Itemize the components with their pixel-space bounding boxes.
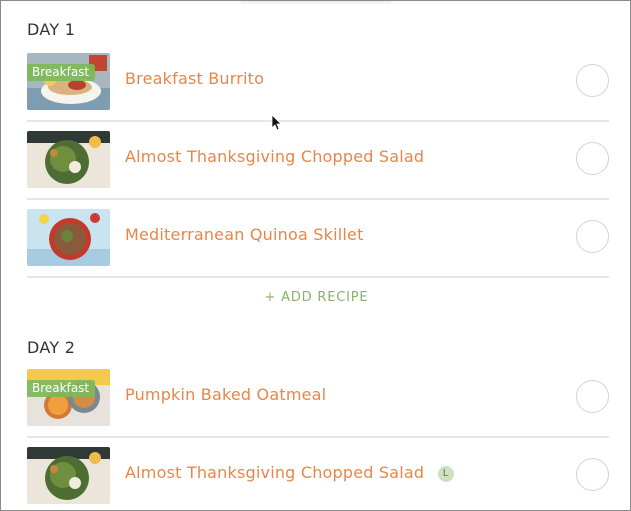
- recipe-thumbnail[interactable]: Breakfast: [27, 369, 110, 426]
- mouse-pointer-icon: [271, 114, 282, 131]
- divider: [27, 276, 609, 278]
- add-recipe-button[interactable]: + ADD RECIPE: [1, 290, 630, 305]
- recipe-row-day2-2[interactable]: Almost Thanksgiving Chopped Salad L: [27, 447, 609, 510]
- recipe-row-day2-1[interactable]: Breakfast Pumpkin Baked Oatmeal: [27, 369, 609, 447]
- recipe-thumbnail[interactable]: [27, 131, 110, 188]
- recipe-title-text[interactable]: Mediterranean Quinoa Skillet: [125, 225, 364, 244]
- recipe-thumbnail[interactable]: Breakfast: [27, 53, 110, 110]
- checkbox-circle-icon[interactable]: [576, 220, 609, 253]
- breakfast-burrito-photo: [27, 53, 110, 110]
- quinoa-skillet-photo: [27, 209, 110, 266]
- recipe-title[interactable]: Almost Thanksgiving Chopped Salad: [125, 147, 424, 166]
- checkbox-circle-icon[interactable]: [576, 64, 609, 97]
- checkbox-circle-icon[interactable]: [576, 458, 609, 491]
- recipe-title[interactable]: Mediterranean Quinoa Skillet: [125, 225, 364, 244]
- day-2-title: DAY 2: [27, 338, 76, 357]
- pumpkin-oatmeal-photo: [27, 369, 110, 426]
- recipe-title[interactable]: Pumpkin Baked Oatmeal: [125, 385, 326, 404]
- chopped-salad-photo: [27, 447, 110, 504]
- recipe-thumbnail[interactable]: [27, 209, 110, 266]
- divider: [27, 198, 609, 200]
- breakfast-badge: Breakfast: [27, 380, 96, 397]
- divider: [27, 120, 609, 122]
- recipe-title-text[interactable]: Pumpkin Baked Oatmeal: [125, 385, 326, 404]
- breakfast-badge: Breakfast: [27, 64, 96, 81]
- scroll-top-edge: [241, 1, 391, 5]
- checkbox-circle-icon[interactable]: [576, 380, 609, 413]
- recipe-title-text[interactable]: Almost Thanksgiving Chopped Salad: [125, 463, 424, 482]
- day-1-title: DAY 1: [27, 20, 76, 39]
- meal-plan-panel: DAY 1 Breakfast Breakfast Burrito Almost…: [0, 0, 631, 511]
- recipe-title-text[interactable]: Breakfast Burrito: [125, 69, 264, 88]
- recipe-thumbnail[interactable]: [27, 447, 110, 504]
- checkbox-circle-icon[interactable]: [576, 142, 609, 175]
- recipe-row-day1-1[interactable]: Breakfast Breakfast Burrito: [27, 53, 609, 131]
- recipe-title-text[interactable]: Almost Thanksgiving Chopped Salad: [125, 147, 424, 166]
- recipe-title[interactable]: Breakfast Burrito: [125, 69, 264, 88]
- recipe-title[interactable]: Almost Thanksgiving Chopped Salad L: [125, 463, 454, 482]
- divider: [27, 436, 609, 438]
- chopped-salad-photo: [27, 131, 110, 188]
- recipe-row-day1-2[interactable]: Almost Thanksgiving Chopped Salad: [27, 131, 609, 209]
- recipe-row-day1-3[interactable]: Mediterranean Quinoa Skillet: [27, 209, 609, 287]
- leftover-badge: L: [437, 466, 454, 482]
